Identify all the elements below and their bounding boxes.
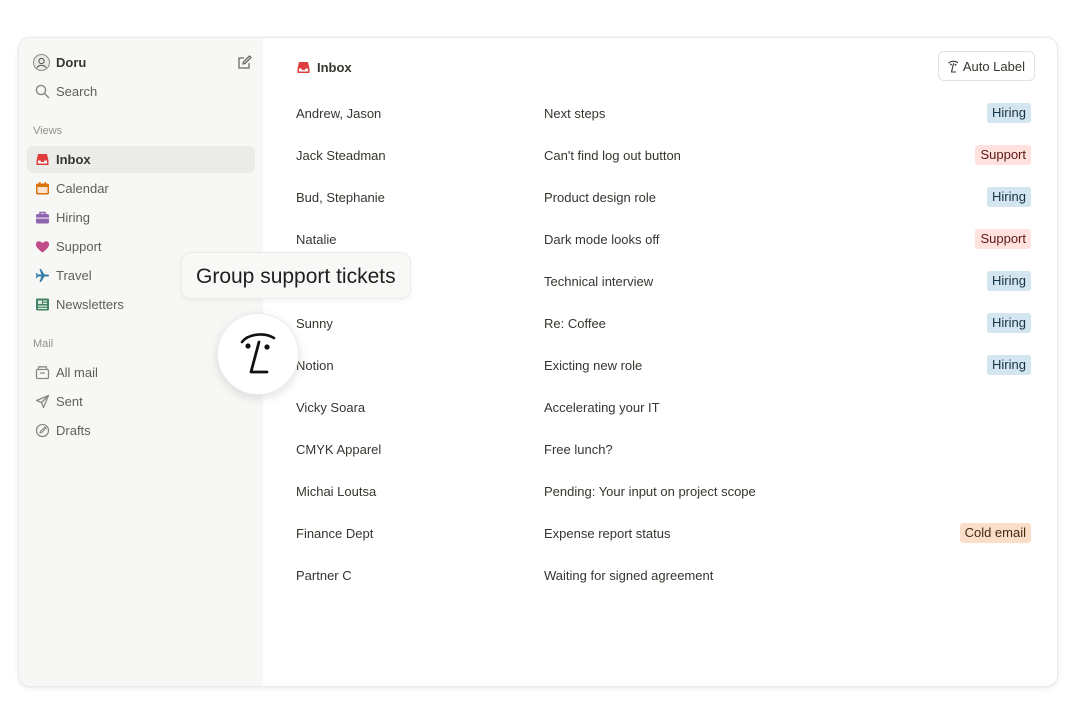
- sidebar-item-label: Sent: [56, 394, 83, 409]
- message-sender: Partner C: [296, 567, 352, 583]
- app-window: Doru Search Views Inbox Calendar Hiring …: [18, 37, 1058, 687]
- message-row[interactable]: Vicky Soara Accelerating your IT: [296, 386, 1031, 428]
- label-badge[interactable]: Hiring: [987, 103, 1031, 123]
- mail-section-label: Mail: [33, 338, 54, 350]
- message-subject: Free lunch?: [544, 441, 613, 457]
- avatar: [33, 53, 50, 71]
- message-row[interactable]: Bud, Stephanie Product design role Hiring: [296, 176, 1031, 218]
- message-subject: Next steps: [544, 105, 606, 121]
- message-sender: Jack Steadman: [296, 147, 386, 163]
- message-sender: Natalie: [296, 231, 337, 247]
- sidebar-item-label: All mail: [56, 365, 98, 380]
- sidebar-item-hiring[interactable]: Hiring: [27, 204, 255, 231]
- message-subject: Product design role: [544, 189, 657, 205]
- message-row[interactable]: CMYK Apparel Free lunch?: [296, 428, 1031, 470]
- message-subject: Waiting for signed agreement: [544, 567, 714, 583]
- message-list: Andrew, Jason Next steps Hiring Jack Steadm…: [296, 92, 1031, 596]
- message-row[interactable]: Finance Dept Expense report status Cold em…: [296, 512, 1031, 554]
- newspaper-icon: [35, 297, 50, 312]
- draft-icon: [35, 423, 50, 438]
- auto-label-text: Auto Label: [962, 58, 1025, 74]
- sidebar-item-label: Calendar: [56, 181, 109, 196]
- label-badge[interactable]: Support: [975, 145, 1031, 165]
- search-button[interactable]: Search: [27, 78, 255, 105]
- briefcase-icon: [35, 210, 50, 225]
- sidebar-item-label: Inbox: [56, 152, 91, 167]
- search-label: Search: [56, 84, 98, 99]
- user-row[interactable]: Doru: [33, 52, 253, 72]
- message-row[interactable]: Michai Loutsa Pending: Your input on proj…: [296, 470, 1031, 512]
- message-sender: Bud, Stephanie: [296, 189, 385, 205]
- message-sender: Sunny: [296, 315, 333, 331]
- message-sender: Andrew, Jason: [296, 105, 382, 121]
- message-subject: Can't find log out button: [544, 147, 681, 163]
- archive-icon: [35, 365, 50, 380]
- message-subject: Exicting new role: [544, 357, 643, 373]
- label-badge[interactable]: Hiring: [987, 271, 1031, 291]
- message-subject: Pending: Your input on project scope: [544, 483, 756, 499]
- message-row[interactable]: Partner C Waiting for signed agreement: [296, 554, 1031, 596]
- main-header: Inbox: [296, 57, 352, 77]
- inbox-icon: [35, 152, 50, 167]
- sidebar-item-drafts[interactable]: Drafts: [27, 417, 255, 444]
- message-sender: Notion: [296, 357, 334, 373]
- main-panel: Inbox Auto Label Andrew, Jason Next steps…: [263, 38, 1057, 686]
- auto-label-button[interactable]: Auto Label: [937, 51, 1035, 81]
- message-sender: Vicky Soara: [296, 399, 366, 415]
- message-sender: CMYK Apparel: [296, 441, 382, 457]
- send-icon: [35, 394, 50, 409]
- message-row[interactable]: Notion Exicting new role Hiring: [296, 344, 1031, 386]
- inbox-icon: [296, 60, 311, 75]
- label-badge[interactable]: Cold email: [959, 523, 1031, 543]
- sidebar-item-label: Drafts: [56, 423, 91, 438]
- airplane-icon: [35, 268, 50, 283]
- sidebar-item-label: Support: [56, 239, 102, 254]
- sidebar-item-inbox[interactable]: Inbox: [27, 146, 255, 173]
- views-section-label: Views: [33, 125, 63, 137]
- sidebar-item-label: Hiring: [56, 210, 90, 225]
- message-subject: Technical interview: [544, 273, 654, 289]
- message-subject: Expense report status: [544, 525, 671, 541]
- page-title: Inbox: [317, 59, 352, 75]
- message-sender: Finance Dept: [296, 525, 374, 541]
- heart-icon: [35, 239, 50, 254]
- sidebar-item-calendar[interactable]: Calendar: [27, 175, 255, 202]
- search-icon: [35, 84, 50, 99]
- message-sender: Michai Loutsa: [296, 483, 377, 499]
- label-badge[interactable]: Hiring: [987, 313, 1031, 333]
- message-row[interactable]: Sunny Re: Coffee Hiring: [296, 302, 1031, 344]
- tooltip: Group support tickets: [181, 252, 411, 299]
- message-row[interactable]: Andrew, Jason Next steps Hiring: [296, 92, 1031, 134]
- user-name: Doru: [56, 54, 87, 70]
- calendar-icon: [35, 181, 50, 196]
- message-subject: Dark mode looks off: [544, 231, 660, 247]
- sidebar-item-sent[interactable]: Sent: [27, 388, 255, 415]
- sidebar-item-label: Travel: [56, 268, 92, 283]
- compose-icon[interactable]: [235, 53, 253, 71]
- ai-assistant-icon: [217, 313, 299, 395]
- sidebar-item-label: Newsletters: [56, 297, 124, 312]
- auto-label-icon: [947, 60, 959, 73]
- label-badge[interactable]: Hiring: [987, 355, 1031, 375]
- message-subject: Re: Coffee: [544, 315, 606, 331]
- message-row[interactable]: Jack Steadman Can't find log out button Su…: [296, 134, 1031, 176]
- label-badge[interactable]: Hiring: [987, 187, 1031, 207]
- message-subject: Accelerating your IT: [544, 399, 660, 415]
- label-badge[interactable]: Support: [975, 229, 1031, 249]
